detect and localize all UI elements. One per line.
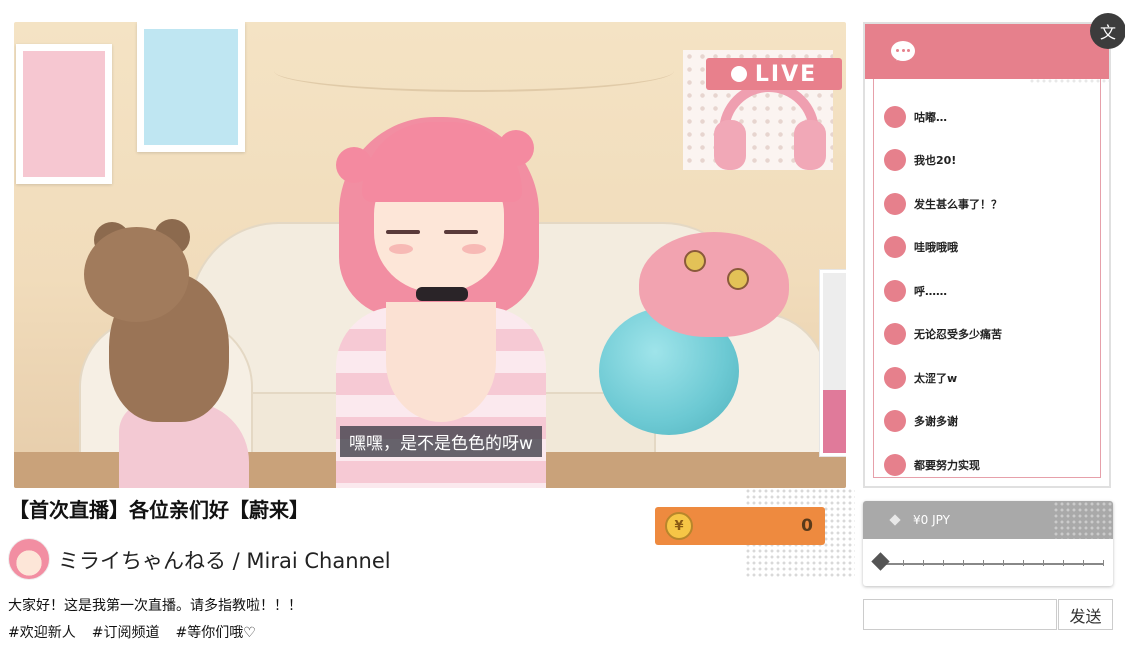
diamond-icon <box>889 514 901 526</box>
channel-avatar[interactable] <box>8 538 50 580</box>
chat-message: 太涩了w <box>884 356 1002 400</box>
coin-balance: ¥ 0 <box>655 507 825 545</box>
chat-header <box>865 24 1109 79</box>
chat-message-text: 多谢多谢 <box>914 415 958 429</box>
character-blush <box>462 244 486 254</box>
slider-tick <box>903 560 904 566</box>
character-blush <box>389 244 413 254</box>
octopus-eye <box>684 250 706 272</box>
chat-message: 多谢多谢 <box>884 400 1002 444</box>
chat-user-avatar <box>884 366 906 389</box>
chat-message: 无论忍受多少痛苦 <box>884 313 1002 357</box>
donation-amount: ¥0 JPY <box>913 513 950 527</box>
poster-center <box>137 22 245 152</box>
character-eye <box>444 230 478 234</box>
stream-video[interactable]: 嘿嘿，是不是色色的呀w LIVE <box>14 22 846 488</box>
chat-message: 呼…… <box>884 269 1002 313</box>
chat-user-avatar <box>884 279 906 302</box>
live-label: LIVE <box>754 61 818 87</box>
chat-message-text: 哇哦哦哦 <box>914 241 958 255</box>
hashtag-list: #欢迎新人 #订阅频道 #等你们哦♡ <box>8 622 256 642</box>
chat-user-avatar <box>884 453 906 476</box>
chat-message: 我也20! <box>884 139 1002 183</box>
slider-tick <box>943 560 944 566</box>
live-dot-icon <box>730 66 747 82</box>
chat-message-input[interactable] <box>863 599 1057 630</box>
chat-message: 发生甚么事了！？ <box>884 182 1002 226</box>
stream-title: 【首次直播】各位亲们好【蔚来】 <box>9 498 309 522</box>
slider-tick <box>1103 560 1104 566</box>
chat-user-avatar <box>884 410 906 433</box>
chat-user-avatar <box>884 149 906 172</box>
slider-handle[interactable] <box>871 552 890 571</box>
slider-tick <box>1003 560 1004 566</box>
chat-user-avatar <box>884 236 906 259</box>
live-badge: LIVE <box>706 58 842 90</box>
hashtag-link[interactable]: #欢迎新人 <box>8 622 76 642</box>
halftone-decoration <box>1053 501 1113 539</box>
send-button[interactable]: 发送 <box>1058 599 1113 630</box>
slider-tick <box>923 560 924 566</box>
donation-panel: ¥0 JPY <box>863 501 1113 586</box>
chat-frame: 咕嘟… 我也20! 发生甚么事了！？ 哇哦哦哦 呼…… 无论忍受多少痛苦 太涩了… <box>873 79 1101 478</box>
octopus-plush <box>639 232 789 337</box>
headphone-cup-right <box>794 120 826 170</box>
channel-name[interactable]: ミライちゃんねる / Mirai Channel <box>58 545 391 575</box>
donation-slider[interactable] <box>871 552 1104 571</box>
slider-tick <box>1083 560 1084 566</box>
yen-coin-icon: ¥ <box>665 512 693 540</box>
chat-message-text: 咕嘟… <box>914 110 947 124</box>
chat-message-text: 我也20! <box>914 154 957 168</box>
slider-tick <box>983 560 984 566</box>
character-chest <box>386 302 496 422</box>
chat-panel: 咕嘟… 我也20! 发生甚么事了！？ 哇哦哦哦 呼…… 无论忍受多少痛苦 太涩了… <box>863 22 1111 488</box>
character-eye <box>386 230 420 234</box>
chat-message: 咕嘟… <box>884 95 1002 139</box>
slider-tick <box>1023 560 1024 566</box>
poster-left <box>16 44 112 184</box>
slider-tick <box>1043 560 1044 566</box>
chat-user-avatar <box>884 192 906 215</box>
chat-user-avatar <box>884 105 906 128</box>
chat-message-list: 咕嘟… 我也20! 发生甚么事了！？ 哇哦哦哦 呼…… 无论忍受多少痛苦 太涩了… <box>884 95 1002 487</box>
octopus-eye <box>727 268 749 290</box>
teddy-bear-head <box>84 227 189 322</box>
chat-user-avatar <box>884 323 906 346</box>
chat-message-text: 发生甚么事了！？ <box>914 197 1002 211</box>
string-lights <box>274 50 674 92</box>
character-hair-bun <box>336 147 372 183</box>
excitement-gauge <box>820 270 846 456</box>
subtitle-caption: 嘿嘿，是不是色色的呀w <box>340 426 542 457</box>
slider-tick <box>1063 560 1064 566</box>
slider-tick <box>963 560 964 566</box>
chat-bubble-icon <box>891 41 915 61</box>
hashtag-link[interactable]: #订阅频道 <box>92 622 160 642</box>
hashtag-link[interactable]: #等你们哦♡ <box>175 622 255 642</box>
chat-message-text: 太涩了w <box>914 371 958 385</box>
translate-icon[interactable]: 文 <box>1090 13 1125 49</box>
chat-message: 都要努力实现 <box>884 443 1002 487</box>
coin-amount: 0 <box>801 516 813 536</box>
character-choker <box>416 287 468 301</box>
gauge-fill <box>823 390 846 453</box>
headphone-cup-left <box>714 120 746 170</box>
character-hair-bun <box>498 130 534 166</box>
chat-message-text: 无论忍受多少痛苦 <box>914 328 1002 342</box>
chat-message-text: 都要努力实现 <box>914 458 980 472</box>
chat-message-text: 呼…… <box>914 284 947 298</box>
chat-message: 哇哦哦哦 <box>884 226 1002 270</box>
stream-description: 大家好！这是我第一次直播。请多指教啦！！！ <box>8 598 302 614</box>
